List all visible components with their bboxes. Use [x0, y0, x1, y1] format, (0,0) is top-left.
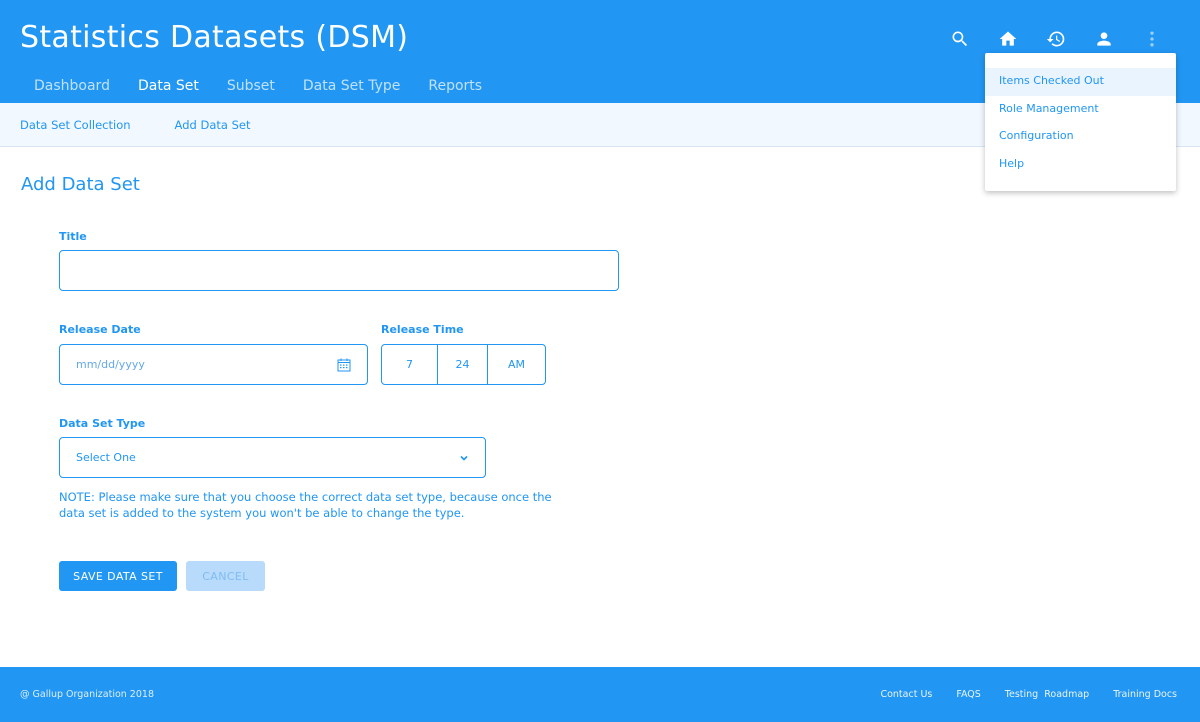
more-dropdown-menu: Items Checked Out Role Management Config… [985, 53, 1176, 191]
app-footer: @ Gallup Organization 2018 Contact Us FA… [0, 667, 1200, 722]
tab-reports[interactable]: Reports [414, 78, 496, 94]
save-data-set-button[interactable]: SAVE DATA SET [59, 561, 177, 591]
tab-dashboard[interactable]: Dashboard [20, 78, 124, 94]
menu-item-configuration[interactable]: Configuration [985, 123, 1176, 151]
main-nav: Dashboard Data Set Subset Data Set Type … [20, 78, 496, 94]
menu-item-role-management[interactable]: Role Management [985, 96, 1176, 124]
cancel-button[interactable]: CANCEL [186, 561, 265, 591]
release-date-placeholder: mm/dd/yyyy [76, 358, 145, 371]
tab-data-set[interactable]: Data Set [124, 78, 213, 94]
account-icon [1097, 32, 1111, 46]
app-title: Statistics Datasets (DSM) [20, 20, 409, 55]
release-date-label: Release Date [59, 323, 141, 336]
footer-link-faqs[interactable]: FAQS [956, 689, 980, 700]
tab-subset[interactable]: Subset [213, 78, 289, 94]
menu-item-items-checked-out[interactable]: Items Checked Out [985, 68, 1176, 96]
time-minute-input[interactable]: 24 [438, 345, 488, 384]
more-vertical-icon [1150, 31, 1154, 47]
search-icon [952, 31, 968, 47]
account-button[interactable] [1080, 26, 1128, 52]
release-time-label: Release Time [381, 323, 464, 336]
footer-link-contact-us[interactable]: Contact Us [880, 689, 932, 700]
history-icon [1046, 31, 1065, 47]
more-button[interactable] [1128, 26, 1176, 52]
history-button[interactable] [1032, 26, 1080, 52]
menu-item-help[interactable]: Help [985, 151, 1176, 179]
time-hour-input[interactable]: 7 [382, 345, 438, 384]
footer-link-testing-roadmap[interactable]: Testing Roadmap [1005, 689, 1089, 700]
sub-nav-add-data-set[interactable]: Add Data Set [175, 118, 251, 132]
tab-data-set-type[interactable]: Data Set Type [289, 78, 414, 94]
time-period-input[interactable]: AM [488, 345, 545, 384]
title-field[interactable] [59, 250, 619, 291]
copyright-text: @ Gallup Organization 2018 [20, 689, 154, 700]
data-set-type-select[interactable]: Select One [59, 437, 486, 478]
data-set-type-note: NOTE: Please make sure that you choose t… [59, 490, 552, 520]
title-input[interactable] [60, 251, 618, 290]
data-set-type-label: Data Set Type [59, 417, 146, 430]
home-icon [999, 31, 1017, 46]
release-time-field: 7 24 AM [381, 344, 546, 385]
header-icon-bar [936, 26, 1176, 52]
search-button[interactable] [936, 26, 984, 52]
footer-link-training-docs[interactable]: Training Docs [1113, 689, 1177, 700]
title-label: Title [59, 230, 87, 243]
release-date-field[interactable]: mm/dd/yyyy [59, 344, 368, 385]
home-button[interactable] [984, 26, 1032, 52]
page-title: Add Data Set [21, 174, 140, 195]
calendar-icon[interactable] [337, 358, 351, 372]
footer-links: Contact Us FAQS Testing Roadmap Training… [856, 689, 1177, 700]
sub-nav-data-set-collection[interactable]: Data Set Collection [20, 118, 131, 132]
chevron-down-icon [459, 453, 469, 463]
data-set-type-value: Select One [76, 451, 136, 464]
